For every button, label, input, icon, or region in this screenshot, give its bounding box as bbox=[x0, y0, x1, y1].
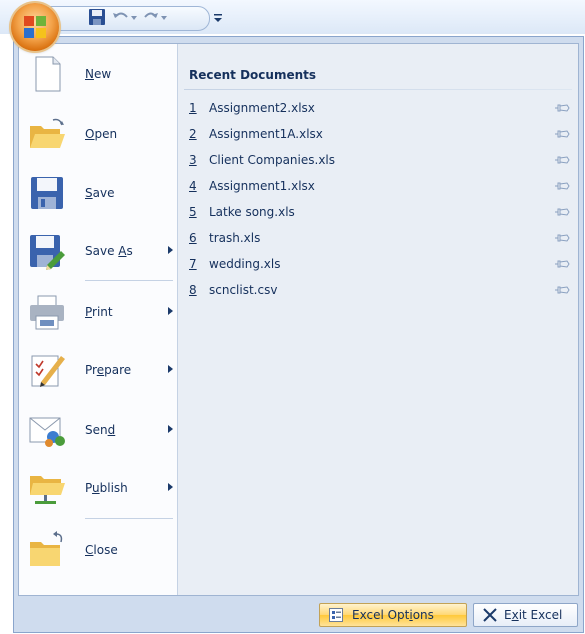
recent-document-number: 7 bbox=[189, 257, 197, 271]
menu-separator bbox=[85, 518, 173, 519]
pin-icon[interactable] bbox=[554, 180, 570, 192]
send-command[interactable]: Send bbox=[23, 406, 173, 454]
recent-document-name: Assignment1A.xlsx bbox=[209, 127, 323, 141]
recent-document-item[interactable]: 5 Latke song.xls bbox=[189, 202, 570, 222]
office-button[interactable] bbox=[11, 3, 59, 51]
publish-command[interactable]: Publish bbox=[23, 464, 173, 512]
recent-document-name: scnclist.csv bbox=[209, 283, 278, 297]
recent-document-number: 1 bbox=[189, 101, 197, 115]
recent-document-number: 5 bbox=[189, 205, 197, 219]
submenu-arrow-icon bbox=[168, 483, 173, 491]
pin-icon[interactable] bbox=[554, 128, 570, 140]
submenu-arrow-icon bbox=[168, 246, 173, 254]
new-document-icon bbox=[35, 56, 61, 92]
customize-icon[interactable] bbox=[212, 8, 224, 26]
printer-icon bbox=[30, 295, 64, 330]
print-command[interactable]: Print bbox=[23, 288, 173, 336]
recent-document-number: 8 bbox=[189, 283, 197, 297]
recent-document-item[interactable]: 6 trash.xls bbox=[189, 228, 570, 248]
exit-excel-button[interactable]: Exit Excel bbox=[473, 603, 578, 627]
command-pane: New Open Save Save As Print Prepare Send… bbox=[19, 44, 178, 595]
pin-icon[interactable] bbox=[554, 258, 570, 270]
recent-document-name: Latke song.xls bbox=[209, 205, 295, 219]
submenu-arrow-icon bbox=[168, 425, 173, 433]
office-logo-icon bbox=[24, 16, 46, 38]
save-as-command[interactable]: Save As bbox=[23, 227, 173, 275]
recent-document-item[interactable]: 8 scnclist.csv bbox=[189, 280, 570, 300]
prepare-command[interactable]: Prepare bbox=[23, 346, 173, 394]
pin-icon[interactable] bbox=[554, 284, 570, 296]
pin-icon[interactable] bbox=[554, 102, 570, 114]
recent-documents-pane: Recent Documents 1 Assignment2.xlsx 2 Assig… bbox=[178, 44, 578, 595]
recent-document-name: Assignment1.xlsx bbox=[209, 179, 315, 193]
recent-document-item[interactable]: 1 Assignment2.xlsx bbox=[189, 98, 570, 118]
menu-separator bbox=[85, 280, 173, 281]
open-command[interactable]: Open bbox=[23, 110, 173, 158]
prepare-icon bbox=[31, 355, 65, 387]
undo-icon[interactable] bbox=[112, 8, 138, 26]
recent-document-item[interactable]: 4 Assignment1.xlsx bbox=[189, 176, 570, 196]
save-icon[interactable] bbox=[88, 8, 106, 26]
save-command[interactable]: Save bbox=[23, 169, 173, 217]
recent-document-name: wedding.xls bbox=[209, 257, 281, 271]
close-command[interactable]: Close bbox=[23, 526, 173, 574]
recent-document-item[interactable]: 3 Client Companies.xls bbox=[189, 150, 570, 170]
close-x-icon bbox=[483, 608, 497, 622]
quick-access-toolbar-strip bbox=[0, 0, 585, 34]
submenu-arrow-icon bbox=[168, 365, 173, 373]
recent-document-number: 6 bbox=[189, 231, 197, 245]
close-folder-icon bbox=[30, 531, 63, 566]
new-command[interactable]: New bbox=[23, 50, 173, 98]
submenu-arrow-icon bbox=[168, 307, 173, 315]
recent-document-number: 4 bbox=[189, 179, 197, 193]
recent-documents-title: Recent Documents bbox=[189, 68, 317, 82]
recent-document-item[interactable]: 7 wedding.xls bbox=[189, 254, 570, 274]
recent-document-number: 3 bbox=[189, 153, 197, 167]
recent-document-name: trash.xls bbox=[209, 231, 261, 245]
pin-icon[interactable] bbox=[554, 232, 570, 244]
recent-document-number: 2 bbox=[189, 127, 197, 141]
redo-icon[interactable] bbox=[142, 8, 168, 26]
send-icon bbox=[29, 417, 65, 447]
save-disk-icon bbox=[31, 177, 63, 209]
office-menu: New Open Save Save As Print Prepare Send… bbox=[13, 36, 584, 633]
pin-icon[interactable] bbox=[554, 206, 570, 218]
office-menu-body: New Open Save Save As Print Prepare Send… bbox=[18, 43, 579, 596]
publish-icon bbox=[30, 476, 65, 504]
recent-document-name: Assignment2.xlsx bbox=[209, 101, 315, 115]
open-folder-icon bbox=[30, 118, 65, 148]
recent-document-item[interactable]: 2 Assignment1A.xlsx bbox=[189, 124, 570, 144]
pin-icon[interactable] bbox=[554, 154, 570, 166]
recent-separator bbox=[184, 89, 572, 90]
excel-options-button[interactable]: Excel Options bbox=[319, 603, 467, 627]
save-as-icon bbox=[30, 235, 65, 270]
options-icon bbox=[329, 608, 343, 622]
recent-document-name: Client Companies.xls bbox=[209, 153, 336, 167]
